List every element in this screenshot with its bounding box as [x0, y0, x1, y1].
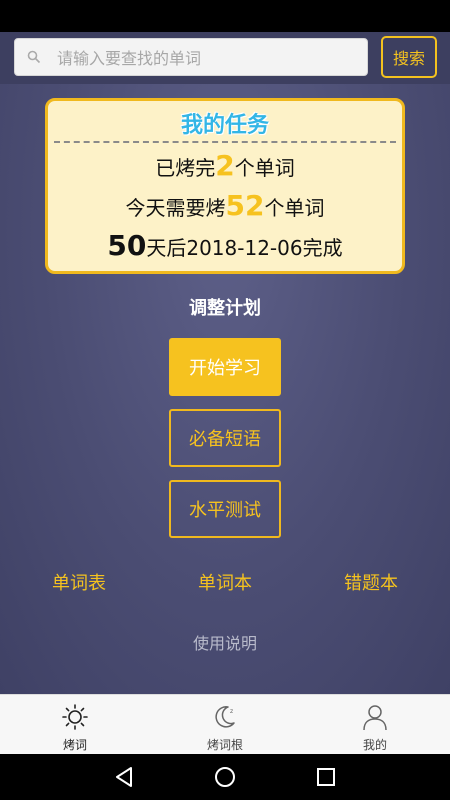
words-done-prefix: 已烤完 [155, 156, 216, 180]
tab-mine-label: 我的 [362, 738, 387, 752]
task-card: 我的任务 已烤完2个单词 今天需要烤52个单词 50天后2018-12-06完成 [45, 98, 405, 274]
tab-kaoci-label: 烤词 [62, 738, 87, 752]
task-title: 我的任务 [180, 113, 269, 138]
svg-text:z: z [230, 708, 233, 715]
word-book-link[interactable]: 单词本 [175, 569, 275, 595]
task-divider [54, 141, 396, 143]
words-today-count: 52 [225, 189, 265, 222]
back-icon[interactable] [112, 765, 136, 789]
word-list-link[interactable]: 单词表 [29, 569, 129, 595]
moon-icon: z [215, 706, 235, 728]
app-screen: 搜索 我的任务 已烤完2个单词 今天需要烤52个单词 50天后2018-12-0… [0, 32, 450, 694]
tab-kaoci[interactable]: 烤词 [0, 695, 150, 755]
words-today-suffix: 个单词 [264, 196, 325, 220]
search-bar: 搜索 [0, 32, 450, 84]
adjust-plan-link[interactable]: 调整计划 [0, 294, 450, 320]
status-bar [0, 0, 450, 32]
tab-kaocigen-label: 烤词根 [206, 738, 243, 752]
tab-mine[interactable]: 我的 [300, 695, 450, 755]
person-icon [363, 705, 387, 731]
days-remaining: 50 [107, 229, 147, 262]
words-today-prefix: 今天需要烤 [125, 196, 226, 220]
words-done-suffix: 个单词 [234, 156, 295, 180]
start-learning-button[interactable]: 开始学习 [169, 338, 281, 396]
sun-icon [62, 704, 88, 730]
recent-apps-icon[interactable] [314, 765, 338, 789]
user-manual-link[interactable]: 使用说明 [0, 630, 450, 654]
mistakes-book-link[interactable]: 错题本 [321, 569, 421, 595]
home-icon[interactable] [213, 765, 237, 789]
search-icon [27, 50, 41, 64]
search-button[interactable]: 搜索 [381, 36, 437, 78]
completion-line: 50天后2018-12-06完成 [48, 229, 402, 262]
system-navigation-bar [0, 754, 450, 800]
completion-date-text: 天后2018-12-06完成 [146, 236, 343, 260]
search-box[interactable] [14, 38, 368, 76]
tab-bar: 烤词 z 烤词根 我的 [0, 694, 450, 755]
words-done-line: 已烤完2个单词 [48, 149, 402, 182]
search-input[interactable] [55, 43, 359, 73]
essential-phrases-button[interactable]: 必备短语 [169, 409, 281, 467]
tab-kaocigen[interactable]: z 烤词根 [150, 695, 300, 755]
words-done-count: 2 [215, 149, 235, 182]
level-test-button[interactable]: 水平测试 [169, 480, 281, 538]
words-today-line: 今天需要烤52个单词 [48, 189, 402, 222]
